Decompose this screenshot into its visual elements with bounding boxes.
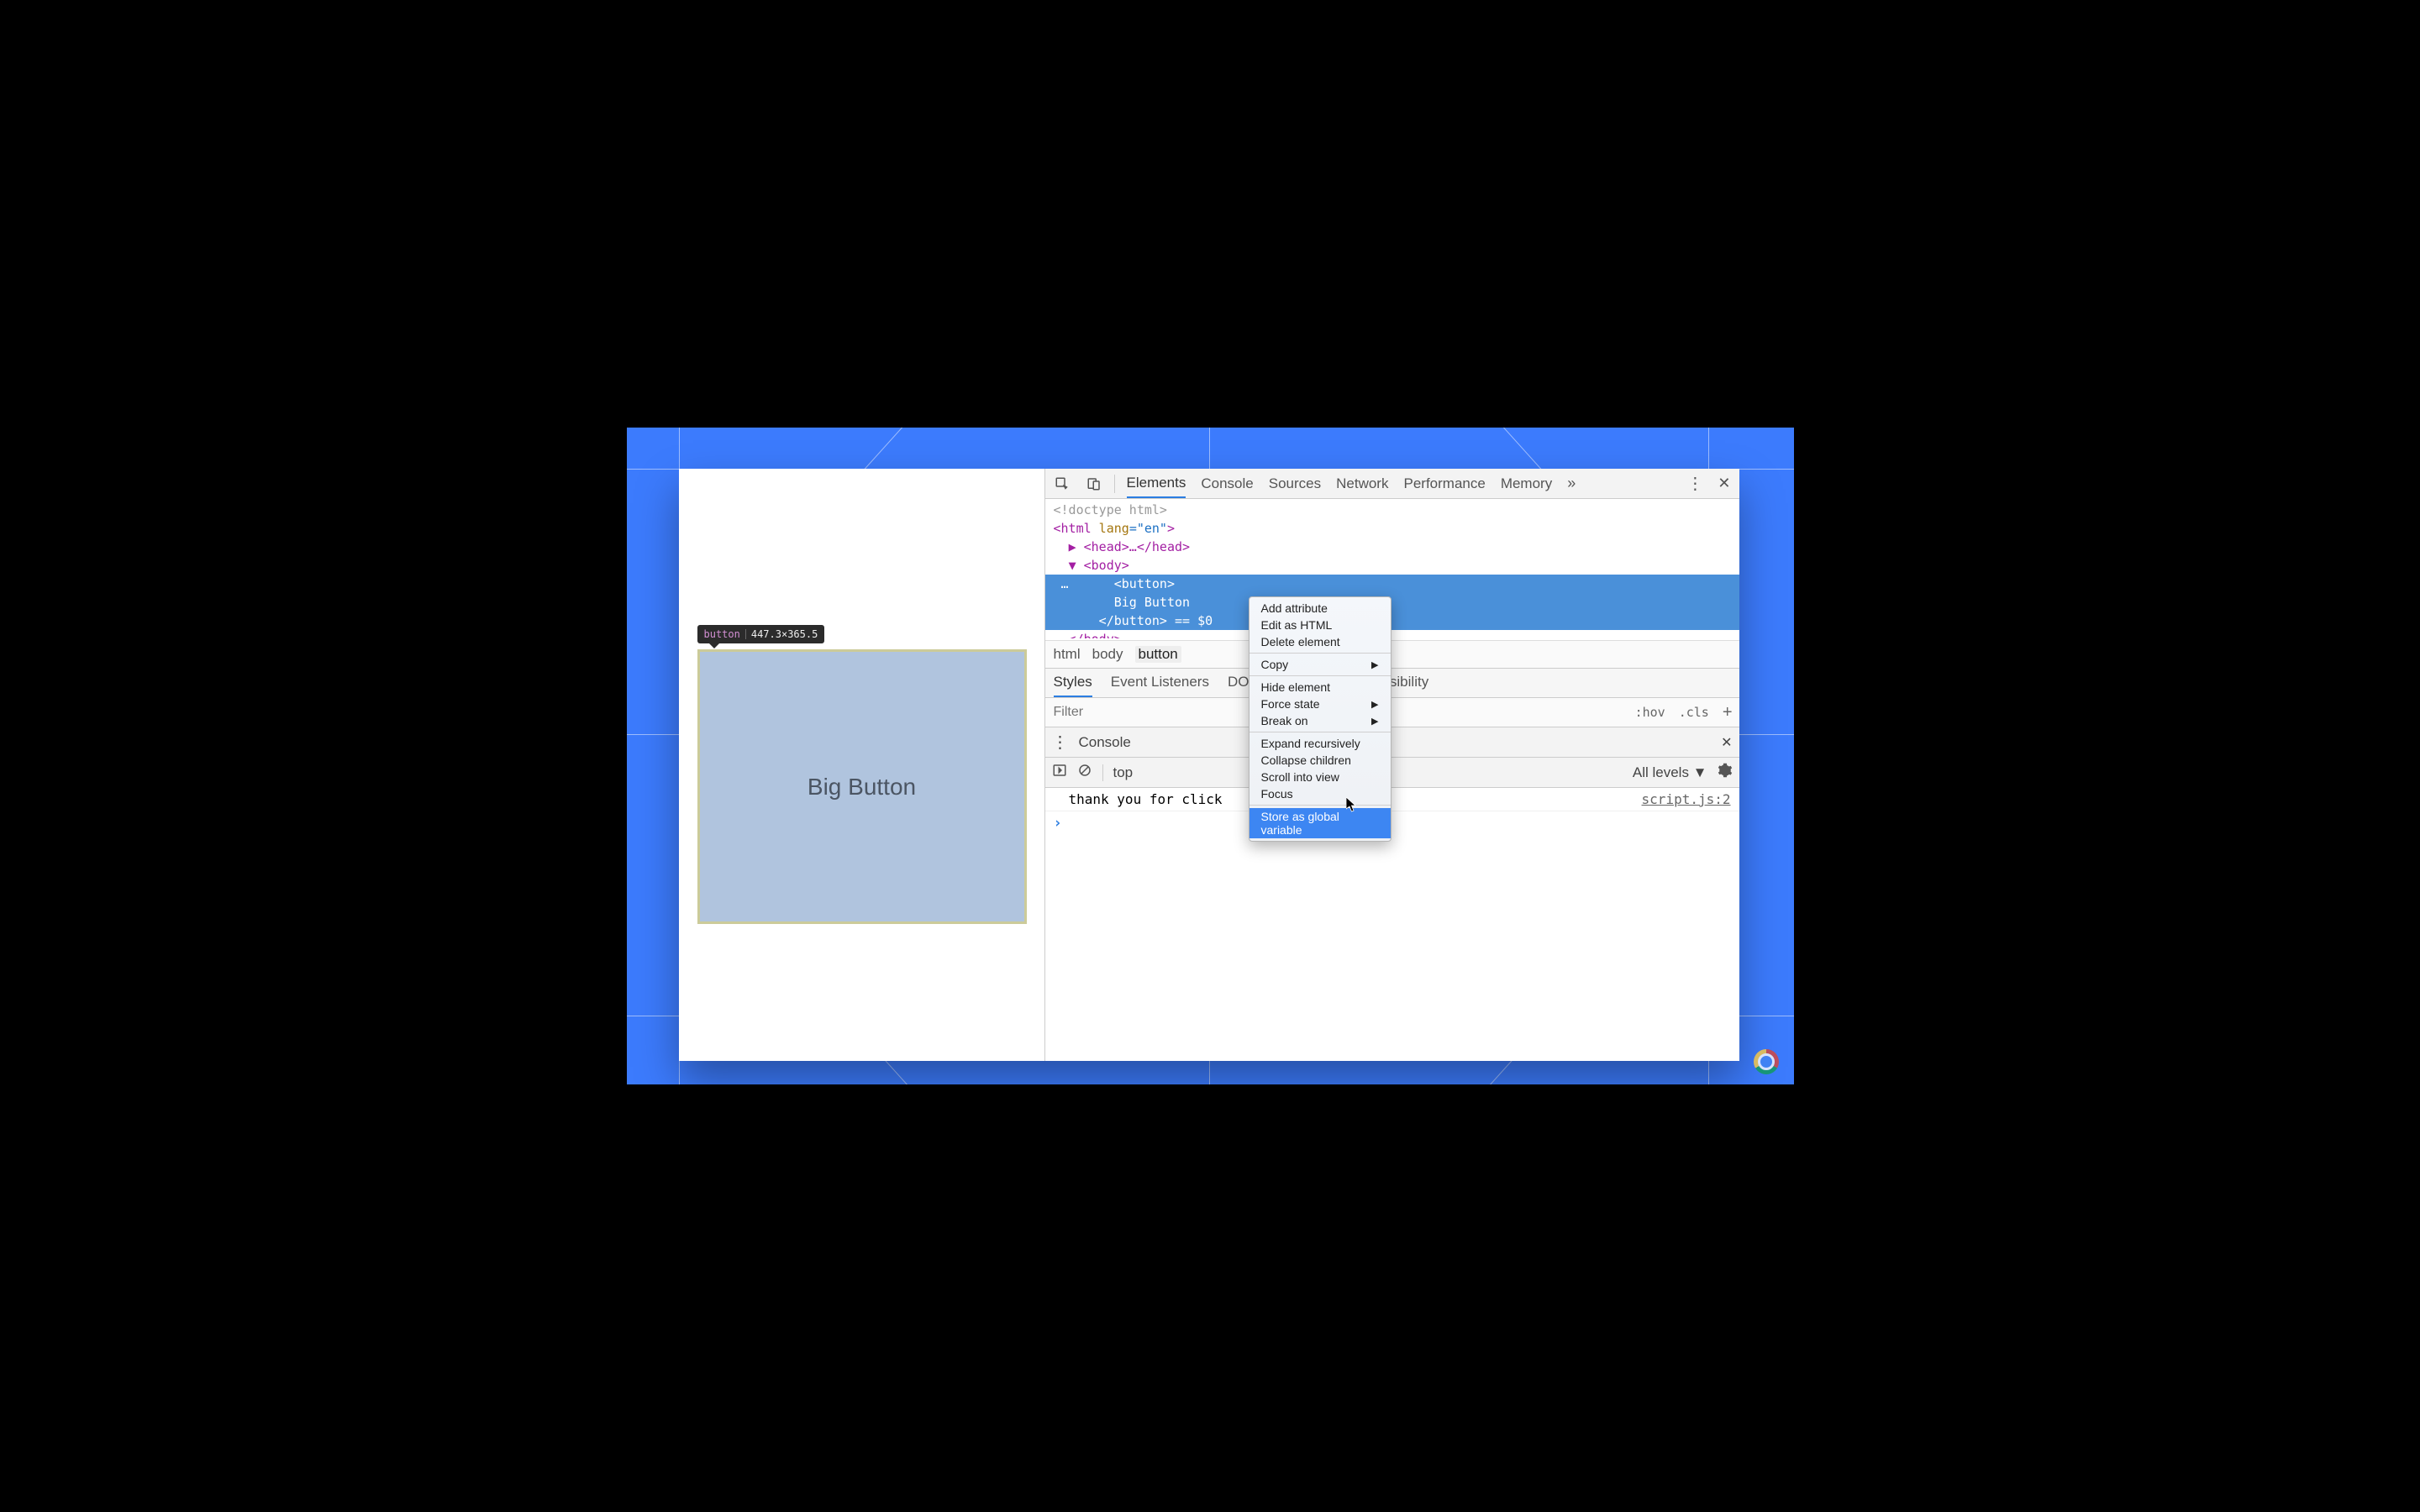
browser-window: button 447.3×365.5 Big Button bbox=[679, 469, 1739, 1061]
dom-head[interactable]: ▶ <head>…</head> bbox=[1045, 538, 1739, 556]
context-menu-item[interactable]: Add attribute bbox=[1249, 600, 1391, 617]
chrome-logo-icon bbox=[1754, 1049, 1779, 1074]
new-style-rule-icon[interactable]: + bbox=[1716, 703, 1739, 722]
breadcrumb-button[interactable]: button bbox=[1135, 646, 1181, 663]
context-menu-item[interactable]: Copy ▶ bbox=[1249, 656, 1391, 673]
tab-elements[interactable]: Elements bbox=[1127, 470, 1186, 498]
dom-body-close[interactable]: </body> bbox=[1045, 630, 1739, 638]
context-menu-item[interactable]: Store as global variable bbox=[1249, 808, 1391, 838]
context-menu-item[interactable]: Expand recursively bbox=[1249, 735, 1391, 752]
submenu-arrow-icon: ▶ bbox=[1371, 716, 1378, 727]
dom-button-text[interactable]: Big Button bbox=[1045, 593, 1739, 612]
big-button[interactable]: Big Button bbox=[697, 649, 1027, 924]
dom-button-close[interactable]: </button> == $0 bbox=[1045, 612, 1739, 630]
console-levels-selector[interactable]: All levels ▼ bbox=[1633, 764, 1707, 781]
dom-button-open[interactable]: … <button> bbox=[1045, 575, 1739, 593]
context-menu-item-label: Copy bbox=[1261, 658, 1289, 671]
console-log-row[interactable]: thank you for click script.js:2 bbox=[1045, 788, 1739, 811]
dom-tree[interactable]: <!doctype html> <html lang="en"> ▶ <head… bbox=[1045, 499, 1739, 640]
context-menu-item-label: Add attribute bbox=[1261, 601, 1328, 615]
kebab-menu-icon[interactable]: ⋮ bbox=[1052, 732, 1069, 753]
context-menu-item-label: Force state bbox=[1261, 697, 1320, 711]
context-menu-item-label: Hide element bbox=[1261, 680, 1331, 694]
context-menu-item-label: Focus bbox=[1261, 787, 1293, 801]
kebab-menu-icon[interactable]: ⋮ bbox=[1686, 473, 1702, 494]
dom-body-open[interactable]: ▼ <body> bbox=[1045, 556, 1739, 575]
presentation-slide: button 447.3×365.5 Big Button bbox=[627, 428, 1794, 1084]
console-output: thank you for click script.js:2 › bbox=[1045, 788, 1739, 1061]
context-menu-item[interactable]: Force state ▶ bbox=[1249, 696, 1391, 712]
context-menu-item[interactable]: Break on ▶ bbox=[1249, 712, 1391, 729]
context-menu-separator bbox=[1249, 653, 1391, 654]
context-menu-item[interactable]: Focus bbox=[1249, 785, 1391, 802]
close-devtools-icon[interactable]: ✕ bbox=[1718, 475, 1730, 492]
context-menu-item-label: Edit as HTML bbox=[1261, 618, 1333, 632]
tab-network[interactable]: Network bbox=[1336, 470, 1388, 497]
clear-console-icon[interactable] bbox=[1077, 763, 1092, 782]
submenu-arrow-icon: ▶ bbox=[1371, 699, 1378, 710]
tab-memory[interactable]: Memory bbox=[1501, 470, 1552, 497]
cls-toggle[interactable]: .cls bbox=[1672, 705, 1716, 720]
console-controls: top All levels ▼ bbox=[1045, 758, 1739, 788]
hov-toggle[interactable]: :hov bbox=[1628, 705, 1672, 720]
dom-doctype: <!doctype html> bbox=[1054, 502, 1167, 517]
dom-breadcrumb: html body button bbox=[1045, 640, 1739, 669]
context-menu-item[interactable]: Edit as HTML bbox=[1249, 617, 1391, 633]
device-toggle-icon[interactable] bbox=[1086, 475, 1102, 492]
context-menu-separator bbox=[1249, 675, 1391, 676]
console-context-selector[interactable]: top bbox=[1113, 764, 1134, 781]
tab-performance[interactable]: Performance bbox=[1403, 470, 1485, 497]
inspect-tooltip-dims: 447.3×365.5 bbox=[751, 628, 818, 640]
context-menu-item[interactable]: Delete element bbox=[1249, 633, 1391, 650]
mouse-cursor-icon bbox=[1346, 797, 1356, 812]
context-menu-item-label: Expand recursively bbox=[1261, 737, 1360, 750]
console-drawer-header: ⋮ Console ✕ bbox=[1045, 727, 1739, 758]
page-viewport: button 447.3×365.5 Big Button bbox=[679, 469, 1044, 1061]
context-menu-item-label: Collapse children bbox=[1261, 753, 1351, 767]
breadcrumb-body[interactable]: body bbox=[1092, 646, 1123, 663]
inspect-tooltip: button 447.3×365.5 bbox=[697, 625, 825, 643]
context-menu-item[interactable]: Collapse children bbox=[1249, 752, 1391, 769]
console-drawer-label[interactable]: Console bbox=[1079, 734, 1131, 751]
context-menu: Add attribute Edit as HTML Delete element C… bbox=[1249, 596, 1392, 842]
overflow-tabs-icon[interactable]: » bbox=[1567, 475, 1576, 492]
context-menu-item-label: Delete element bbox=[1261, 635, 1340, 648]
devtools-panel: Elements Console Sources Network Perform… bbox=[1044, 469, 1739, 1061]
close-drawer-icon[interactable]: ✕ bbox=[1721, 734, 1732, 751]
inspect-icon[interactable] bbox=[1054, 475, 1071, 492]
context-menu-item[interactable]: Scroll into view bbox=[1249, 769, 1391, 785]
breadcrumb-html[interactable]: html bbox=[1054, 646, 1081, 663]
console-sidebar-toggle-icon[interactable] bbox=[1052, 763, 1067, 782]
dom-html-open[interactable]: <html lang="en"> bbox=[1045, 519, 1739, 538]
inspect-tooltip-tag: button bbox=[704, 628, 740, 640]
tab-console[interactable]: Console bbox=[1201, 470, 1253, 497]
context-menu-item[interactable]: Hide element bbox=[1249, 679, 1391, 696]
tab-sources[interactable]: Sources bbox=[1269, 470, 1321, 497]
console-log-source[interactable]: script.js:2 bbox=[1642, 791, 1731, 807]
context-menu-item-label: Break on bbox=[1261, 714, 1308, 727]
console-settings-icon[interactable] bbox=[1718, 763, 1733, 782]
submenu-arrow-icon: ▶ bbox=[1371, 659, 1378, 670]
context-menu-item-label: Scroll into view bbox=[1261, 770, 1339, 784]
context-menu-separator bbox=[1249, 805, 1391, 806]
big-button-label: Big Button bbox=[808, 774, 916, 801]
console-prompt[interactable]: › bbox=[1045, 811, 1739, 835]
stab-event-listeners[interactable]: Event Listeners bbox=[1111, 674, 1209, 697]
devtools-toolbar: Elements Console Sources Network Perform… bbox=[1045, 469, 1739, 499]
context-menu-item-label: Store as global variable bbox=[1261, 810, 1379, 837]
styles-tabstrip: Styles Event Listeners DOM x rties Acces… bbox=[1045, 669, 1739, 698]
styles-filter-row: :hov .cls + bbox=[1045, 698, 1739, 727]
console-log-message: thank you for click bbox=[1069, 791, 1223, 807]
stab-styles[interactable]: Styles bbox=[1054, 674, 1092, 697]
